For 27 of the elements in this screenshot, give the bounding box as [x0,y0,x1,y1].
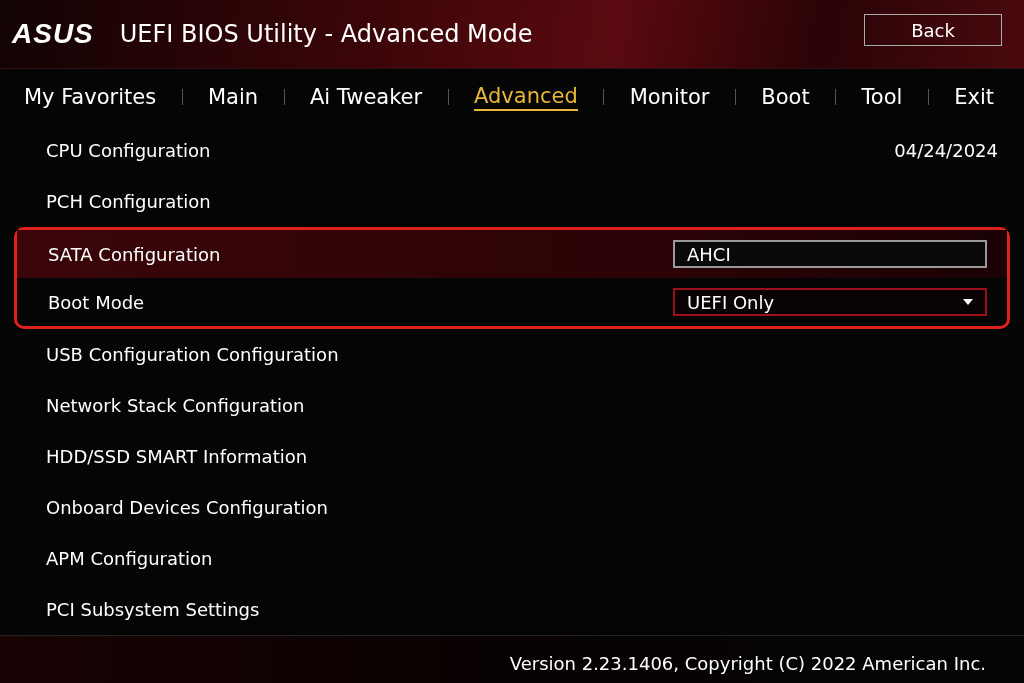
menu-tab[interactable]: Monitor [629,85,710,109]
version-text: Version 2.23.1406, Copyright (C) 2022 American Inc. [509,652,986,674]
value-field[interactable]: AHCI [673,240,987,268]
setting-item[interactable]: Network Stack Configuration [46,395,990,416]
brand-logo: ASUS [12,18,94,50]
back-button[interactable]: Back [864,14,1002,46]
date-text: 04/24/2024 [894,140,998,161]
menu-tab[interactable]: Tool [861,85,903,109]
setting-item[interactable]: HDD/SSD SMART Information [46,446,990,467]
caret-icon [963,299,973,305]
menu-tab[interactable]: Advanced [474,83,578,111]
setting-item[interactable]: APM Configuration [46,548,990,569]
mode-dropdown[interactable]: UEFI Only [673,288,987,316]
setting-item[interactable]: Onboard Devices Configuration [46,497,990,518]
menu-tab[interactable]: Boot [761,85,810,109]
setting-item[interactable]: PCI Subsystem Settings [46,599,990,620]
menu-tab[interactable]: Ai Tweaker [310,85,423,109]
menu-tab[interactable]: Main [207,85,259,109]
menu-tab[interactable]: My Favorites [24,85,157,109]
setting-item[interactable]: SATA Configuration [48,243,673,265]
setting-item[interactable]: USB Configuration Configuration [46,344,990,365]
setting-item[interactable]: CPU Configuration [46,140,895,161]
window-title: UEFI BIOS Utility - Advanced Mode [119,20,534,48]
setting-item[interactable]: PCH Configuration [46,191,990,212]
selected-row[interactable]: SATA Configuration AHCI [17,230,1007,278]
setting-item[interactable]: Boot Mode [48,291,673,313]
menu-tab[interactable]: Exit [954,85,994,109]
